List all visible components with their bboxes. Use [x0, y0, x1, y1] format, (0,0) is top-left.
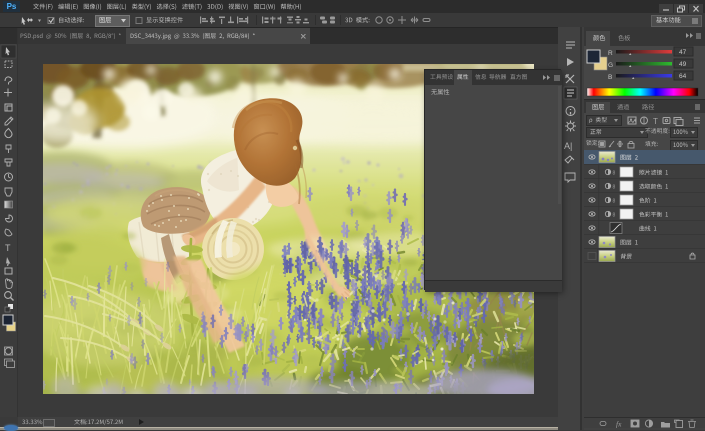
- svg-text:B: B: [608, 74, 612, 81]
- svg-text:T: T: [653, 117, 658, 126]
- svg-text:fx: fx: [616, 420, 622, 429]
- svg-text:R: R: [608, 50, 613, 57]
- svg-text:A|: A|: [564, 141, 572, 151]
- svg-text:64: 64: [679, 73, 687, 80]
- svg-text:T: T: [5, 243, 11, 253]
- svg-text:47: 47: [679, 49, 687, 56]
- svg-text:49: 49: [679, 61, 687, 68]
- svg-text:G: G: [608, 62, 613, 69]
